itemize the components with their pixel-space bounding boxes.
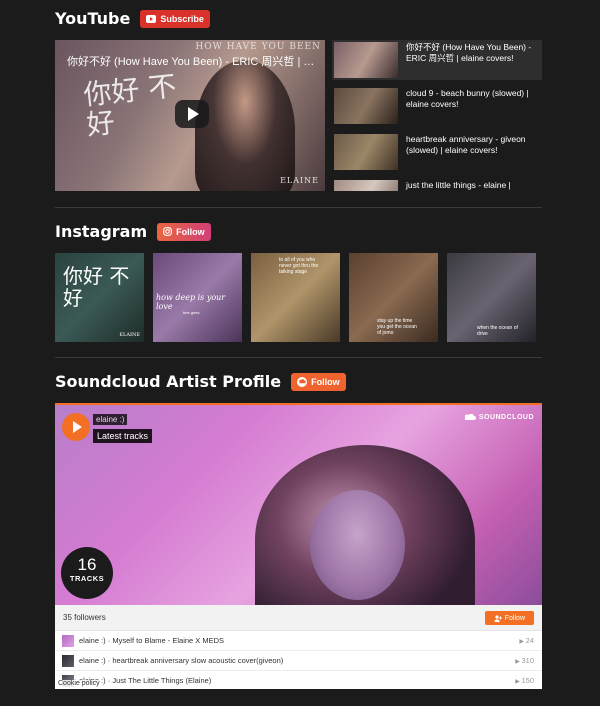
playlist-item[interactable]: heartbreak anniversary - giveon (slowed)… xyxy=(332,132,542,172)
instagram-follow-button[interactable]: Follow xyxy=(157,222,211,241)
post-sub: ELAINE xyxy=(119,332,140,338)
track-count: 16 xyxy=(77,555,97,574)
soundcloud-username[interactable]: elaine :) xyxy=(93,414,128,425)
widget-follow-label: Follow xyxy=(504,614,525,622)
soundcloud-follow-button[interactable]: Follow xyxy=(291,372,346,391)
track-plays: 150 xyxy=(515,676,534,685)
post-caption: to all of you who never got thru the tal… xyxy=(279,257,319,275)
youtube-title: YouTube xyxy=(55,9,131,28)
widget-follow-button[interactable]: Follow xyxy=(484,611,534,625)
soundcloud-title: Soundcloud Artist Profile xyxy=(55,372,282,391)
soundcloud-artwork: elaine :) Latest tracks SOUNDCLOUD 16 TR… xyxy=(55,405,542,605)
section-divider xyxy=(55,357,542,358)
play-icon[interactable] xyxy=(62,413,90,441)
track-count-badge: 16 TRACKS xyxy=(61,547,113,599)
soundcloud-widget: elaine :) Latest tracks SOUNDCLOUD 16 TR… xyxy=(55,403,542,689)
playlist-item-title: heartbreak anniversary - giveon (slowed)… xyxy=(406,134,526,155)
track-plays: 24 xyxy=(519,636,534,645)
video-overlay-title: HOW HAVE YOU BEEN xyxy=(195,42,321,52)
cookie-policy-link[interactable]: Cookie policy xyxy=(57,680,101,687)
instagram-header: Instagram Follow xyxy=(55,222,211,241)
subscribe-label: Subscribe xyxy=(160,13,204,24)
instagram-post[interactable]: to all of you who never got thru the tal… xyxy=(251,253,340,342)
instagram-post[interactable]: how deep is your love bee gees xyxy=(153,253,242,342)
track-thumbnail xyxy=(62,634,74,647)
youtube-logo-icon xyxy=(146,14,157,23)
instagram-grid: 你好 不好 ELAINE how deep is your love bee g… xyxy=(55,253,536,342)
post-caption: 你好 不好 xyxy=(63,264,130,310)
instagram-follow-label: Follow xyxy=(176,226,205,237)
soundcloud-logo[interactable]: SOUNDCLOUD xyxy=(464,414,534,421)
video-brand: ELAINE xyxy=(280,176,319,185)
post-sub: bee gees xyxy=(183,310,200,315)
soundcloud-logo-text: SOUNDCLOUD xyxy=(478,414,534,421)
soundcloud-follow-label: Follow xyxy=(311,376,340,387)
playlist-item-title: just the little things - elaine | xyxy=(406,180,511,190)
soundcloud-icon xyxy=(297,376,308,387)
playlist-item[interactable]: 你好不好 (How Have You Been) - ERIC 周兴哲 | el… xyxy=(332,40,542,80)
track-row[interactable]: elaine :) · heartbreak anniversary slow … xyxy=(55,651,542,671)
playlist-item[interactable]: just the little things - elaine | xyxy=(332,178,542,191)
add-user-icon xyxy=(494,614,502,622)
track-artist: elaine :) xyxy=(79,636,106,645)
playlist-thumbnail xyxy=(334,88,398,124)
track-count-label: TRACKS xyxy=(69,574,105,583)
soundcloud-follow-bar: 35 followers Follow xyxy=(55,605,542,631)
main-video-title[interactable]: 你好不好 (How Have You Been) - ERIC 周兴哲 | el… xyxy=(67,53,317,69)
instagram-post[interactable]: when the ocean of drive xyxy=(447,253,536,342)
soundcloud-header: Soundcloud Artist Profile Follow xyxy=(55,372,346,391)
instagram-post[interactable]: 你好 不好 ELAINE xyxy=(55,253,144,342)
soundcloud-subtitle: Latest tracks xyxy=(93,429,153,443)
track-row[interactable]: elaine :) · Myself to Blame - Elaine X M… xyxy=(55,631,542,651)
follower-count: 35 followers xyxy=(63,613,106,622)
track-list: elaine :) · Myself to Blame - Elaine X M… xyxy=(55,631,542,689)
post-caption: stay up the time you get the ocean of jo… xyxy=(377,318,417,336)
post-caption: when the ocean of drive xyxy=(477,325,518,337)
instagram-title: Instagram xyxy=(55,222,148,241)
track-plays: 310 xyxy=(515,656,534,665)
youtube-subscribe-button[interactable]: Subscribe xyxy=(140,9,210,28)
playlist-thumbnail xyxy=(334,180,398,191)
playlist-item-title: cloud 9 - beach bunny (slowed) | elaine … xyxy=(406,88,529,109)
youtube-playlist: 你好不好 (How Have You Been) - ERIC 周兴哲 | el… xyxy=(332,40,542,191)
playlist-thumbnail xyxy=(334,42,398,78)
track-title: heartbreak anniversary slow acoustic cov… xyxy=(112,656,284,665)
artwork-face xyxy=(310,490,405,600)
track-row[interactable]: elaine :) · Just The Little Things (Elai… xyxy=(55,671,542,689)
playlist-item[interactable]: cloud 9 - beach bunny (slowed) | elaine … xyxy=(332,86,542,126)
section-divider xyxy=(55,207,542,208)
instagram-icon xyxy=(163,227,172,236)
track-title: Myself to Blame - Elaine X MEDS xyxy=(112,636,225,645)
youtube-main-video[interactable]: HOW HAVE YOU BEEN 你好 不好 你好不好 (How Have Y… xyxy=(55,40,325,191)
track-thumbnail xyxy=(62,654,74,667)
track-artist: elaine :) xyxy=(79,656,106,665)
playlist-item-title: 你好不好 (How Have You Been) - ERIC 周兴哲 | el… xyxy=(406,42,532,63)
post-caption: how deep is your love xyxy=(156,293,226,311)
video-thumbnail-person xyxy=(195,60,295,191)
playlist-thumbnail xyxy=(334,134,398,170)
youtube-header: YouTube Subscribe xyxy=(55,9,210,28)
track-title: Just The Little Things (Elaine) xyxy=(112,676,212,685)
soundcloud-cloud-icon xyxy=(464,414,476,420)
play-icon[interactable] xyxy=(175,100,209,128)
instagram-post[interactable]: stay up the time you get the ocean of jo… xyxy=(349,253,438,342)
